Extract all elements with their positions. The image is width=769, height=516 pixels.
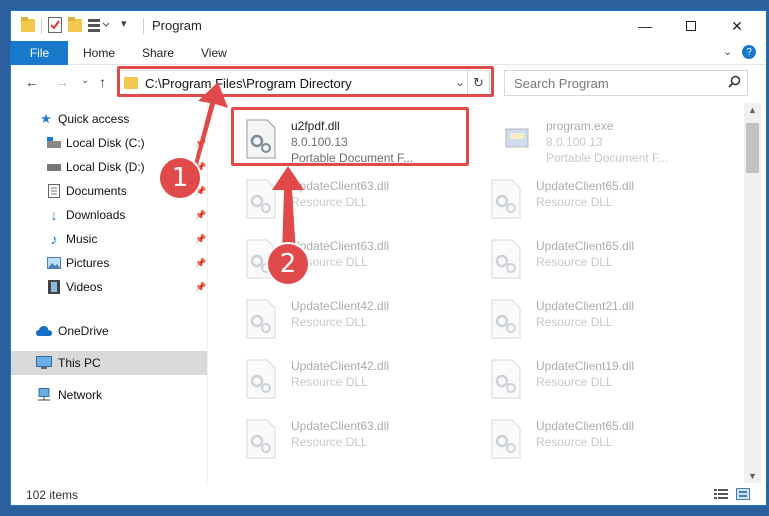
arrow-2: [272, 166, 304, 254]
annotation-arrows: [180, 82, 304, 254]
step-badge-2: 2: [268, 244, 308, 284]
step-badge-1: 1: [160, 158, 200, 198]
